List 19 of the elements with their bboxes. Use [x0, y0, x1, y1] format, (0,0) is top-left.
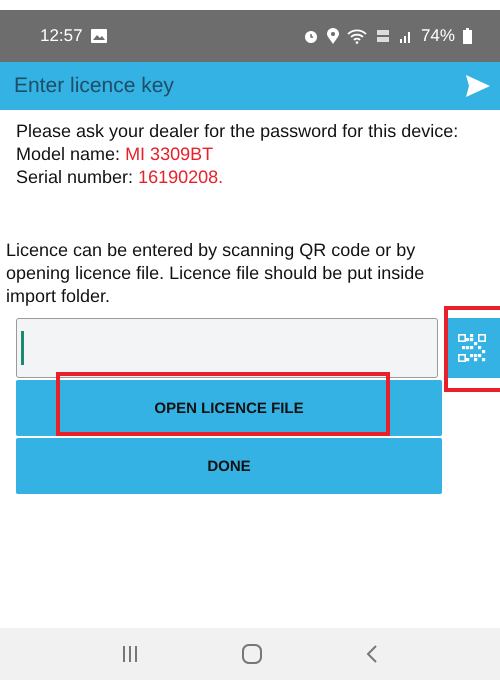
- device-info-text: Please ask your dealer for the password for this device: Model name: MI 3309BT Serial number: 16190208.: [16, 120, 460, 189]
- home-icon[interactable]: [242, 644, 262, 664]
- licence-hint-text: Licence can be entered by scanning QR code or by opening licence file. Licence file should be put inside import folder.: [6, 239, 426, 308]
- signal-icon: [398, 29, 413, 43]
- back-icon[interactable]: [366, 645, 378, 663]
- location-icon: [326, 28, 339, 44]
- done-button[interactable]: DONE: [16, 438, 442, 494]
- send-icon[interactable]: [466, 75, 490, 97]
- screen-title: Enter licence key: [14, 74, 174, 98]
- battery-percentage: 74%: [420, 26, 455, 46]
- alarm-icon: [302, 28, 319, 44]
- open-file-button[interactable]: OPEN LICENCE FILE: [16, 380, 442, 436]
- recent-apps-icon[interactable]: [122, 645, 138, 663]
- battery-icon: [463, 28, 472, 44]
- licence-key-field[interactable]: [16, 318, 438, 378]
- qr-code-icon: [458, 334, 486, 362]
- image-icon: [90, 29, 107, 43]
- clock-time: 12:57: [40, 26, 83, 46]
- wifi-icon: [346, 28, 367, 44]
